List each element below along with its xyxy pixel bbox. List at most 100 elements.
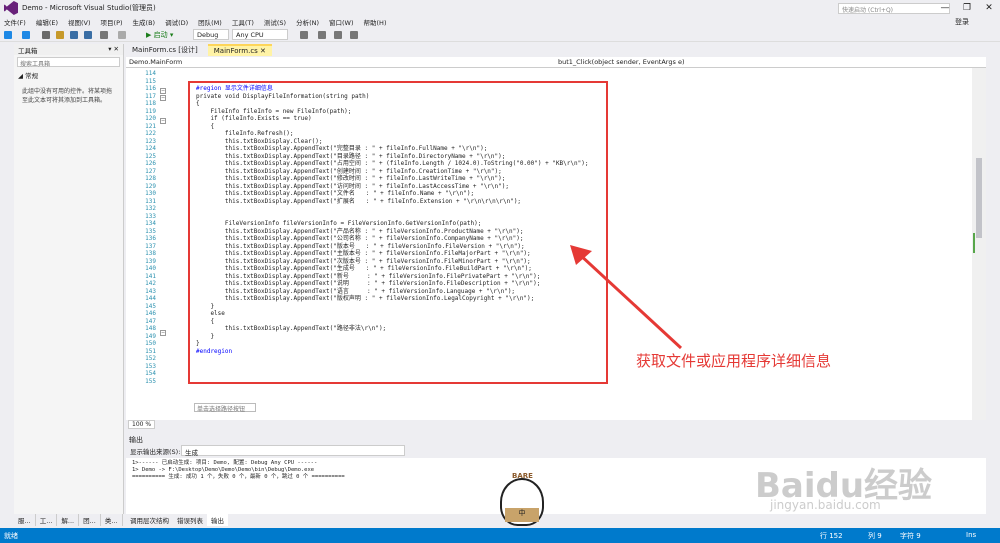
class-dropdown[interactable]: Demo.MainForm [129, 58, 182, 66]
member-dropdown[interactable]: but1_Click(object sender, EventArgs e) [558, 58, 684, 66]
vs-logo-icon [4, 1, 18, 15]
left-tab-3[interactable]: 团... [79, 514, 101, 526]
toolbox-group-general[interactable]: ◢ 常规 [14, 69, 123, 81]
left-side-strip [0, 44, 14, 526]
collapse-if-icon[interactable]: − [160, 118, 166, 124]
line-number: 116 [145, 85, 156, 92]
login-link[interactable]: 登录 [955, 17, 969, 27]
menu-item-4[interactable]: 生成(B) [133, 17, 156, 27]
editor-vertical-scrollbar[interactable] [972, 68, 986, 420]
output-source-label: 显示输出来源(S): [130, 448, 181, 456]
close-button[interactable]: ✕ [978, 0, 1000, 16]
menu-item-3[interactable]: 项目(P) [101, 17, 123, 27]
redo-icon[interactable] [118, 31, 126, 39]
line-number: 132 [145, 205, 156, 212]
back-icon[interactable] [4, 31, 12, 39]
undo-icon[interactable] [100, 31, 108, 39]
find-box[interactable]: 单击选择路径按钮 [194, 403, 256, 413]
annotation-text: 获取文件或应用程序详细信息 [636, 352, 832, 370]
bookmark-icon[interactable] [350, 31, 358, 39]
status-col: 列 9 [868, 532, 882, 540]
line-number: 138 [145, 250, 156, 257]
comment-icon[interactable] [334, 31, 342, 39]
collapse-region-icon[interactable]: − [160, 88, 166, 94]
output-tab-2[interactable]: 输出 [207, 514, 228, 526]
zoom-select[interactable]: 100 % [128, 420, 156, 429]
menu-item-8[interactable]: 测试(S) [264, 17, 286, 27]
menu-item-10[interactable]: 窗口(W) [329, 17, 354, 27]
menu-item-9[interactable]: 分析(N) [296, 17, 319, 27]
save-all-icon[interactable] [84, 31, 92, 39]
line-number-gutter: 114 115 116 117 118 119 120 121 122 123 124 125 126 1… [126, 70, 156, 415]
line-number: 148 [145, 325, 156, 332]
maximize-button[interactable]: ❐ [956, 0, 978, 16]
menu-item-0[interactable]: 文件(F) [4, 17, 26, 27]
document-tabs: MainForm.cs [设计] MainForm.cs ✕ [126, 44, 986, 56]
line-number: 139 [145, 257, 156, 265]
status-char: 字符 9 [900, 532, 921, 540]
save-icon[interactable] [70, 31, 78, 39]
zoom-bar: 100 % [126, 420, 986, 429]
line-number: 125 [145, 152, 156, 160]
output-title: 输出 [129, 436, 143, 444]
annotation-arrow [570, 245, 683, 350]
left-bottom-tabs: 服... 工... 解... 团... 类... [14, 514, 124, 526]
scroll-thumb[interactable] [976, 158, 982, 238]
line-number: 115 [145, 77, 156, 85]
line-number: 126 [145, 160, 156, 167]
left-tab-2[interactable]: 解... [57, 514, 80, 526]
open-icon[interactable] [56, 31, 64, 39]
code-line[interactable] [196, 70, 956, 78]
output-source-select[interactable]: 生成 [181, 445, 405, 457]
output-header: 输出 [126, 435, 986, 445]
breakpoint-icon[interactable] [318, 31, 326, 39]
toolbox-header: 工具箱 ▾ ✕ [14, 44, 123, 55]
line-number: 155 [145, 377, 156, 385]
line-number: 119 [145, 107, 156, 115]
right-side-strip [986, 44, 1000, 526]
new-project-icon[interactable] [42, 31, 50, 39]
output-tabs: 调用层次结构 错误列表 输出 [126, 514, 986, 526]
line-number: 114 [145, 70, 156, 77]
code-editor[interactable]: 114 115 116 117 118 119 120 121 122 123 124 125 126 1… [126, 68, 986, 420]
line-number: 144 [145, 295, 156, 302]
toolbox-panel: 工具箱 ▾ ✕ 搜索工具箱 ◢ 常规 此组中没有可用的控件。将某项拖至此文本可将其… [14, 44, 124, 514]
line-number: 152 [145, 355, 156, 362]
left-tab-1[interactable]: 工... [36, 514, 58, 526]
line-number: 154 [145, 370, 156, 377]
menu-item-2[interactable]: 视图(V) [68, 17, 91, 27]
tab-mainform-design[interactable]: MainForm.cs [设计] [126, 44, 204, 56]
left-tab-4[interactable]: 类... [101, 514, 123, 526]
line-number: 127 [145, 167, 156, 175]
toolbox-search-input[interactable]: 搜索工具箱 [17, 57, 120, 68]
minimize-button[interactable]: — [934, 0, 956, 16]
menu-item-1[interactable]: 编辑(E) [36, 17, 58, 27]
pin-icon[interactable]: ▾ ✕ [108, 45, 119, 54]
tab-mainform-code[interactable]: MainForm.cs ✕ [207, 44, 272, 56]
menu-item-5[interactable]: 调试(D) [165, 17, 188, 27]
menu-item-6[interactable]: 团队(M) [198, 17, 222, 27]
status-row: 行 152 [820, 532, 843, 540]
output-tab-0[interactable]: 调用层次结构 [126, 514, 173, 526]
config-select[interactable]: Debug [193, 29, 229, 40]
menu-item-11[interactable]: 帮助(H) [364, 17, 387, 27]
left-tab-0[interactable]: 服... [14, 514, 36, 526]
line-number: 142 [145, 280, 156, 287]
line-number: 128 [145, 175, 156, 182]
output-tab-1[interactable]: 错误列表 [173, 514, 207, 526]
toolbox-title: 工具箱 [18, 47, 38, 55]
status-bar: 就绪 行 152 列 9 字符 9 Ins [0, 528, 1000, 543]
collapse-else-icon[interactable]: − [160, 330, 166, 336]
menu-item-7[interactable]: 工具(T) [232, 17, 254, 27]
line-number: 147 [145, 317, 156, 325]
line-number: 135 [145, 227, 156, 235]
step-icon[interactable] [300, 31, 308, 39]
line-number: 117 [145, 92, 156, 100]
forward-icon[interactable] [22, 31, 30, 39]
start-button[interactable]: ▶ 启动 ▾ [146, 30, 173, 40]
line-number: 121 [145, 122, 156, 130]
collapse-method-icon[interactable]: − [160, 95, 166, 101]
platform-select[interactable]: Any CPU [232, 29, 288, 40]
toolbar: ▶ 启动 ▾ Debug Any CPU [0, 28, 1000, 42]
status-ready: 就绪 [4, 531, 18, 540]
